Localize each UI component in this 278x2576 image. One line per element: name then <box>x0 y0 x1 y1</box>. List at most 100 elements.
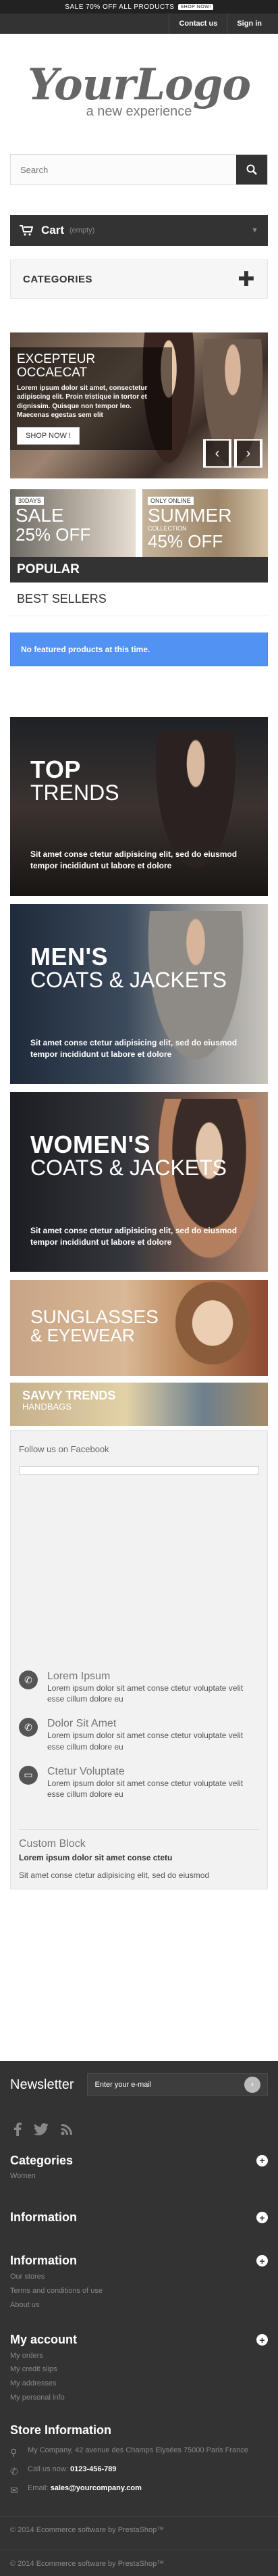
promo-sale[interactable]: 30DAYS SALE 25% OFF <box>10 489 136 557</box>
banner-mens-coats[interactable]: MEN'S COATS & JACKETS Sit amet conse cte… <box>10 904 268 1084</box>
footer-link[interactable]: About us <box>10 2298 268 2312</box>
categories-label: CATEGORIES <box>23 273 93 285</box>
store-address-text: My Company, 42 avenue des Champs Elysées… <box>28 2446 248 2455</box>
info-item: ▭ Ctetur Voluptate Lorem ipsum dolor sit… <box>19 1765 259 1800</box>
footer-my-account: My account + My orders My credit slips My… <box>0 2331 278 2406</box>
banner-subtitle: COATS & JACKETS <box>30 1156 227 1180</box>
newsletter-submit-button[interactable]: › <box>244 2077 260 2093</box>
footer-section-title: My account <box>10 2333 78 2347</box>
twitter-icon[interactable] <box>34 2123 49 2135</box>
newsletter-block: Newsletter Enter your e-mail › <box>0 2069 278 2100</box>
banner-subtitle: & EYEWEAR <box>30 1325 135 1346</box>
footer-link[interactable]: Our stores <box>10 2270 268 2284</box>
banner-title: SUNGLASSES <box>30 1306 159 1327</box>
footer-information-toggle[interactable]: Information + <box>10 2209 268 2227</box>
banner-title: TOP <box>30 756 81 783</box>
footer-link[interactable]: My orders <box>10 2349 268 2363</box>
search-input[interactable] <box>11 155 236 184</box>
header-nav: Contact us Sign in <box>0 14 278 34</box>
logo-brand: YourLogo <box>27 59 251 110</box>
banner-womens-coats[interactable]: WOMEN'S COATS & JACKETS Sit amet conse c… <box>10 1092 268 1272</box>
search-button[interactable] <box>236 155 267 184</box>
store-address: ⚲ My Company, 42 avenue des Champs Elysé… <box>10 2443 268 2462</box>
slider-next-button[interactable]: › <box>234 439 262 468</box>
categories-toggle[interactable]: CATEGORIES ✚ <box>10 259 268 299</box>
copyright-2[interactable]: © 2014 Ecommerce software by PrestaShop™ <box>0 2550 278 2576</box>
homepage-slider: EXCEPTEUR OCCAECAT Lorem ipsum dolor sit… <box>10 332 268 478</box>
cart-block[interactable]: Cart (empty) ▼ <box>10 215 268 246</box>
promo-tag: 30DAYS <box>16 497 44 505</box>
promo-tag: ONLY ONLINE <box>148 497 194 505</box>
banner-subtitle: COATS & JACKETS <box>30 968 227 992</box>
store-call-label: Call us now: <box>28 2465 68 2474</box>
cart-icon <box>20 225 33 236</box>
footer-link[interactable]: Women <box>10 2169 268 2183</box>
custom-block: Custom Block Lorem ipsum dolor sit amet … <box>19 1829 259 1880</box>
map-marker-icon: ⚲ <box>10 2447 18 2458</box>
banner-title: WOMEN'S <box>30 1131 151 1158</box>
promo-shop-button[interactable]: SHOP NOW! <box>178 3 213 10</box>
banner-subtitle: TRENDS <box>30 781 119 805</box>
footer-section-title: Categories <box>10 2153 74 2167</box>
phone-icon: ✆ <box>19 1670 38 1689</box>
plus-icon: + <box>256 2212 268 2224</box>
newsletter-input[interactable]: Enter your e-mail › <box>87 2073 268 2096</box>
info-title: Ctetur Voluptate <box>47 1765 125 1777</box>
plus-icon: + <box>256 2334 268 2346</box>
store-phone-number: 0123-456-789 <box>70 2465 117 2474</box>
logo-tagline: a new experience <box>86 103 192 119</box>
banner-subtitle: HANDBAGS <box>22 1401 72 1412</box>
rss-icon[interactable] <box>61 2123 73 2135</box>
copyright[interactable]: © 2014 Ecommerce software by PrestaShop™ <box>0 2516 278 2550</box>
contact-us-link[interactable]: Contact us <box>169 14 227 34</box>
footer-link[interactable]: My credit slips <box>10 2362 268 2377</box>
promo-summer[interactable]: ONLY ONLINE SUMMER COLLECTION 45% OFF <box>142 489 268 557</box>
banner-image <box>165 1280 260 1376</box>
footer-account-toggle[interactable]: My account + <box>10 2331 268 2349</box>
banner-sunglasses[interactable]: SUNGLASSES & EYEWEAR <box>10 1280 268 1376</box>
info-item: ✆ Dolor Sit Amet Lorem ipsum dolor sit a… <box>19 1718 259 1752</box>
plus-icon: ✚ <box>238 268 255 291</box>
tab-best-sellers[interactable]: BEST SELLERS <box>10 583 268 616</box>
cart-label: Cart <box>41 224 65 237</box>
banner-savvy-trends[interactable]: SAVVY TRENDS HANDBAGS <box>10 1383 268 1426</box>
footer-section-title: Information <box>10 2210 77 2225</box>
footer-information-1: Information + <box>0 2209 278 2227</box>
footer-section-title: Store Information <box>10 2423 112 2437</box>
banner-body: Sit amet conse ctetur adipisicing elit, … <box>30 1226 238 1247</box>
top-promo-banner[interactable]: SALE 70% OFF ALL PRODUCTS SHOP NOW! <box>0 0 278 14</box>
banner-body: Sit amet conse ctetur adipisicing elit, … <box>30 849 238 870</box>
footer-link[interactable]: My addresses <box>10 2377 268 2391</box>
slider-shop-button[interactable]: SHOP NOW ! <box>17 426 80 445</box>
custom-block-bold: Lorem ipsum dolor sit amet conse ctetu <box>19 1853 173 1862</box>
chevron-right-icon: › <box>235 439 261 468</box>
info-title: Lorem Ipsum <box>47 1670 111 1682</box>
facebook-icon[interactable] <box>13 2123 22 2136</box>
footer-information-toggle[interactable]: Information + <box>10 2252 268 2270</box>
info-list: ✆ Lorem Ipsum Lorem ipsum dolor sit amet… <box>19 1670 259 1813</box>
slider-heading: EXCEPTEUR OCCAECAT <box>17 352 96 380</box>
footer-store-information: Store Information ⚲ My Company, 42 avenu… <box>0 2421 278 2500</box>
info-desc: Lorem ipsum dolor sit amet conse ctetur … <box>47 1778 244 1799</box>
facebook-widget-frame[interactable] <box>19 1466 259 1475</box>
info-title: Dolor Sit Amet <box>47 1718 117 1730</box>
custom-block-title: Custom Block <box>19 1838 86 1850</box>
banner-body: Sit amet conse ctetur adipisicing elit, … <box>30 1038 238 1059</box>
cart-status: (empty) <box>70 226 95 234</box>
footer-categories-toggle[interactable]: Categories + <box>10 2152 268 2169</box>
store-email-link[interactable]: sales@yourcompany.com <box>51 2481 142 2496</box>
store-email-label: Email: <box>28 2484 49 2493</box>
info-item: ✆ Lorem Ipsum Lorem ipsum dolor sit amet… <box>19 1670 259 1704</box>
card-icon: ▭ <box>19 1765 38 1785</box>
facebook-title: Follow us on Facebook <box>19 1444 109 1454</box>
promo-off: 45% OFF <box>148 531 223 551</box>
footer-link[interactable]: Terms and conditions of use <box>10 2284 268 2298</box>
slider-prev-button[interactable]: ‹ <box>203 439 231 468</box>
promo-title: SUMMER <box>148 505 232 526</box>
site-logo[interactable]: YourLogo a new experience <box>0 34 278 149</box>
footer-link[interactable]: My personal info <box>10 2391 268 2405</box>
tab-popular[interactable]: POPULAR <box>10 557 268 583</box>
sign-in-link[interactable]: Sign in <box>227 14 271 34</box>
banner-top-trends[interactable]: TOP TRENDS Sit amet conse ctetur adipisi… <box>10 717 268 896</box>
chevron-down-icon: ▼ <box>251 226 258 234</box>
